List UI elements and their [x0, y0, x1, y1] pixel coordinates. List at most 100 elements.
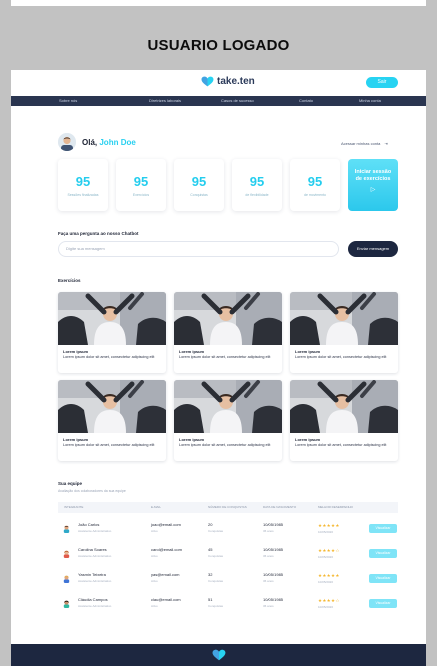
exercise-card-desc: Lorem ipsum dolor sit amet, consectetur … — [179, 443, 271, 447]
stat-value: 95 — [307, 174, 323, 189]
member-age: 36 anos — [263, 554, 274, 558]
page-frame: take.ten Sair Sobre nós Diretrizes labor… — [11, 70, 426, 666]
view-member-button[interactable]: Visualizar — [369, 599, 397, 608]
start-session-button[interactable]: Iniciar sessão de exercícios ▷ — [348, 159, 398, 211]
exercise-photo — [174, 380, 282, 433]
member-birthdate: 10/05/1985 — [263, 572, 284, 577]
member-avatar-icon — [63, 525, 70, 533]
start-session-label: Iniciar sessão de exercícios — [354, 169, 392, 182]
exit-arrow-icon: ⇥ — [384, 141, 388, 146]
exercise-card[interactable]: Lorem ipsum Lorem ipsum dolor sit amet, … — [58, 380, 166, 461]
exercise-card[interactable]: Lorem ipsum Lorem ipsum dolor sit amet, … — [290, 292, 398, 373]
rating-stars: ★★★★☆ — [318, 598, 340, 603]
exercise-card-desc: Lorem ipsum dolor sit amet, consectetur … — [295, 355, 387, 359]
member-birthdate: 10/05/1985 — [263, 597, 284, 602]
view-member-button[interactable]: Visualizar — [369, 574, 397, 583]
site-footer — [11, 644, 426, 666]
exercise-photo — [290, 380, 398, 433]
member-status: Ativo — [151, 554, 158, 558]
member-email[interactable]: yas@email.com — [151, 572, 180, 577]
member-role: Assistente Administrativo — [78, 579, 112, 583]
greeting-text: Olá, John Doe — [82, 138, 136, 147]
greeting-prefix: Olá, — [82, 137, 98, 147]
heart-logo-icon — [201, 76, 214, 87]
performance-date: 10/05/2020 — [318, 530, 334, 534]
stat-label: de flexibilidade — [245, 193, 269, 197]
member-status: Ativo — [151, 604, 158, 608]
member-status: Ativo — [151, 579, 158, 583]
member-achievements-label: Conquistas — [208, 604, 224, 608]
table-row: Yasmin Teixeira Assistente Administrativ… — [58, 566, 398, 591]
member-name: Cláudia Campos — [78, 597, 108, 602]
member-email[interactable]: carol@email.com — [151, 547, 182, 552]
stat-card-movement: 95 de movimento — [290, 159, 340, 211]
exercise-card-title: Lorem ipsum — [295, 437, 321, 442]
nav-guidelines[interactable]: Diretrizes laborais — [149, 96, 181, 106]
member-age: 36 anos — [263, 604, 274, 608]
exercise-card-desc: Lorem ipsum dolor sit amet, consectetur … — [63, 443, 155, 447]
heart-logo-icon — [212, 649, 226, 661]
exercise-card-title: Lorem ipsum — [63, 349, 89, 354]
member-avatar-icon — [63, 600, 70, 608]
table-row: Cláudia Campos Assistente Administrativo… — [58, 591, 398, 616]
member-email[interactable]: joao@email.com — [151, 522, 181, 527]
exercise-card[interactable]: Lorem ipsum Lorem ipsum dolor sit amet, … — [58, 292, 166, 373]
stat-value: 95 — [133, 174, 149, 189]
col-member: INTEGRANTE — [64, 505, 84, 509]
top-strip — [11, 0, 426, 6]
member-role: Assistente Administrativo — [78, 604, 112, 608]
member-email[interactable]: clau@email.com — [151, 597, 181, 602]
member-name: João Carlos — [78, 522, 100, 527]
col-achievements: NÚMERO DE CONQUISTAS — [208, 505, 247, 509]
site-header: take.ten Sair — [11, 70, 426, 96]
user-name: John Doe — [99, 137, 136, 147]
performance-date: 10/05/2020 — [318, 555, 334, 559]
chatbot-title: Faça uma pergunta ao nosso Chatbot — [58, 231, 139, 236]
member-achievements: 51 — [208, 597, 213, 602]
member-achievements-label: Conquistas — [208, 529, 224, 533]
exercise-card-desc: Lorem ipsum dolor sit amet, consectetur … — [179, 355, 271, 359]
member-birthdate: 10/05/1985 — [263, 547, 284, 552]
view-member-button[interactable]: Visualizar — [369, 549, 397, 558]
member-name: Yasmin Teixeira — [78, 572, 106, 577]
exercise-card-title: Lorem ipsum — [179, 437, 205, 442]
performance-date: 10/05/2020 — [318, 605, 334, 609]
member-role: Assistente Administrativo — [78, 554, 112, 558]
user-avatar[interactable] — [58, 133, 76, 151]
stat-label: Exercícios — [132, 193, 150, 197]
exercise-card[interactable]: Lorem ipsum Lorem ipsum dolor sit amet, … — [174, 380, 282, 461]
member-role: Assistente Administrativo — [78, 529, 112, 533]
member-achievements-label: Conquistas — [208, 579, 224, 583]
nav-my-account[interactable]: Minha conta — [359, 96, 381, 106]
send-message-button[interactable]: Enviar mensagem — [348, 241, 398, 257]
nav-contact[interactable]: Contato — [299, 96, 313, 106]
member-name: Carolina Soares — [78, 547, 107, 552]
rating-stars: ★★★★☆ — [318, 548, 340, 553]
table-row: Carolina Soares Assistente Administrativ… — [58, 541, 398, 566]
nav-about[interactable]: Sobre nós — [59, 96, 77, 106]
team-table-header: INTEGRANTE E-MAIL NÚMERO DE CONQUISTAS D… — [58, 502, 398, 513]
rating-stars: ★★★★★ — [318, 523, 340, 528]
exercise-card-title: Lorem ipsum — [295, 349, 321, 354]
stat-card-flexibility: 95 de flexibilidade — [232, 159, 282, 211]
exercises-title: Exercícios — [58, 278, 81, 283]
stat-value: 95 — [249, 174, 265, 189]
nav-success-cases[interactable]: Casos de sucesso — [221, 96, 254, 106]
exercise-card-title: Lorem ipsum — [63, 437, 89, 442]
chat-message-input[interactable]: Digite sua mensagem — [58, 241, 339, 257]
brand-logo[interactable]: take.ten — [201, 76, 255, 87]
exercise-card[interactable]: Lorem ipsum Lorem ipsum dolor sit amet, … — [290, 380, 398, 461]
performance-date: 10/05/2020 — [318, 580, 334, 584]
user-portrait-icon — [58, 133, 76, 151]
exercise-photo — [290, 292, 398, 345]
member-birthdate: 10/05/1985 — [263, 522, 284, 527]
member-achievements: 32 — [208, 572, 213, 577]
account-metrics-link[interactable]: Acessar minhas conta ⇥ — [341, 141, 388, 146]
logout-button[interactable]: Sair — [366, 77, 398, 88]
rating-stars: ★★★★★ — [318, 573, 340, 578]
exercise-card-desc: Lorem ipsum dolor sit amet, consectetur … — [295, 443, 387, 447]
stat-card-exercises: 95 Exercícios — [116, 159, 166, 211]
exercise-card[interactable]: Lorem ipsum Lorem ipsum dolor sit amet, … — [174, 292, 282, 373]
view-member-button[interactable]: Visualizar — [369, 524, 397, 533]
table-row: João Carlos Assistente Administrativo jo… — [58, 516, 398, 541]
